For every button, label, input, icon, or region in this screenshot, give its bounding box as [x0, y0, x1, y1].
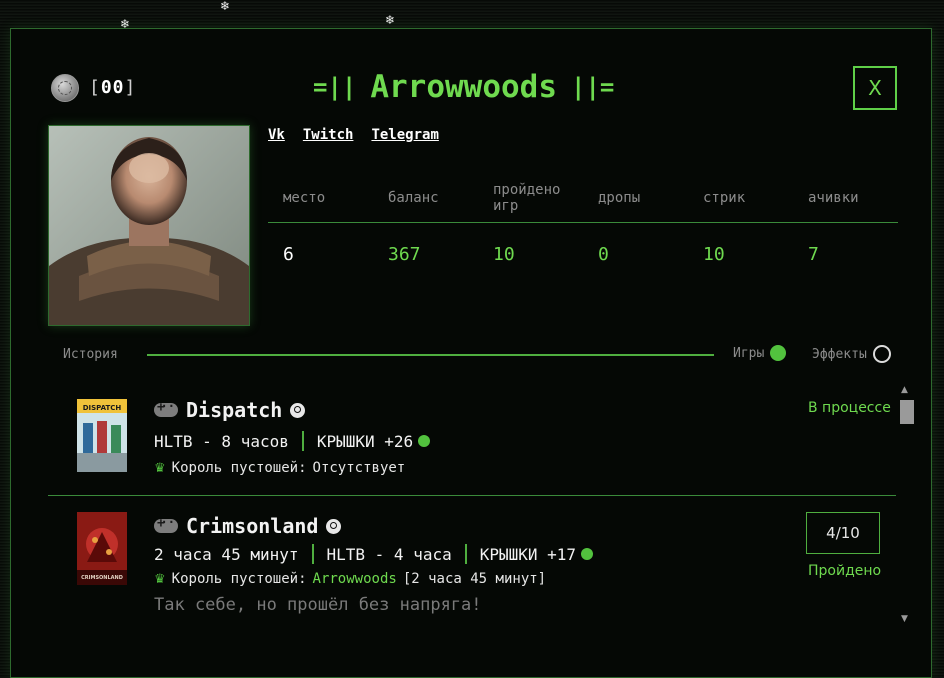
stat-value-drops: 0 [598, 244, 609, 265]
player-name: Arrowwoods [370, 69, 557, 105]
page-title: =|| Arrowwoods ||= [313, 67, 614, 107]
tab-effects-label: Эффекты [812, 346, 867, 362]
gamepad-icon [154, 515, 178, 533]
game-status: В процессе [808, 400, 891, 416]
radio-selected-icon [770, 345, 787, 361]
radio-empty-icon [872, 345, 891, 363]
stat-header-place: место [283, 190, 326, 206]
game-title: Crimsonland [154, 514, 342, 538]
hltb-time: HLTB - 4 часа [326, 544, 452, 564]
history-label: История [63, 347, 118, 362]
stat-header-achievements: ачивки [808, 190, 859, 206]
stat-value-streak: 10 [703, 244, 725, 265]
stats-value-row: 6 367 10 0 10 7 [268, 244, 898, 265]
king-value[interactable]: Arrowwoods [313, 571, 397, 587]
avatar-image [49, 126, 249, 325]
coin-count-value: 00 [100, 77, 125, 98]
stat-header-balance: баланс [388, 190, 439, 206]
steam-icon[interactable] [326, 518, 342, 534]
coin-icon [51, 74, 79, 102]
coin-count: [00] [89, 77, 137, 98]
svg-text:CRIMSONLAND: CRIMSONLAND [81, 575, 123, 581]
social-links: Vk Twitch Telegram [268, 127, 439, 143]
game-cover-dispatch: DISPATCH [77, 399, 127, 472]
crown-icon: ♛ [154, 571, 166, 587]
king-time: [2 часа 45 минут] [402, 571, 547, 587]
stats-header-row: место баланс пройдено игр дропы стрик ач… [268, 177, 898, 219]
game-status: Пройдено [808, 563, 882, 579]
stat-value-achievements: 7 [808, 244, 819, 265]
separator [311, 544, 314, 564]
caps-icon [581, 548, 594, 560]
king-value: Отсутствует [312, 460, 406, 476]
list-divider [48, 495, 896, 496]
play-time: 2 часа 45 минут [154, 544, 299, 564]
game-info-line: HLTB - 8 часов КРЫШКИ +26 [154, 431, 431, 451]
stat-value-balance: 367 [388, 244, 421, 265]
scrollbar[interactable]: ▲ ▼ [898, 385, 914, 625]
caps-icon [418, 435, 431, 447]
close-icon: X [868, 76, 882, 100]
title-deco-left-icon: =|| [313, 73, 357, 101]
gamepad-icon [154, 399, 178, 417]
game-info-line: 2 часа 45 минут HLTB - 4 часа КРЫШКИ +17 [154, 544, 594, 564]
crown-icon: ♛ [154, 460, 166, 476]
separator [301, 431, 304, 451]
svg-text:DISPATCH: DISPATCH [83, 404, 122, 412]
separator [464, 544, 467, 564]
game-title-text: Crimsonland [186, 514, 319, 538]
scroll-thumb[interactable] [900, 400, 914, 424]
hltb-time: HLTB - 8 часов [154, 431, 289, 451]
rating-badge: 4/10 [806, 512, 880, 554]
list-item: CRIMSONLAND Crimsonland 2 часа 45 минут … [48, 503, 898, 623]
snowflake-icon: ❄ [220, 0, 231, 13]
link-telegram[interactable]: Telegram [371, 127, 438, 143]
caps-reward: КРЫШКИ +17 [479, 544, 577, 564]
profile-modal: [00] =|| Arrowwoods ||= X Vk Twitch Tele… [10, 28, 932, 678]
stats-divider [268, 222, 898, 223]
game-cover-crimsonland: CRIMSONLAND [77, 512, 127, 585]
tab-games[interactable]: Игры [733, 345, 787, 361]
list-item: DISPATCH Dispatch HLTB - 8 часов КРЫШКИ … [48, 391, 898, 491]
caps-reward: КРЫШКИ +26 [316, 431, 414, 451]
snowflake-icon: ❄ [385, 13, 396, 27]
game-comment: Так себе, но прошёл без напряга! [154, 595, 482, 615]
tab-effects[interactable]: Эффекты [812, 345, 891, 363]
wasteland-king-line: ♛ Король пустошей: Отсутствует [154, 460, 405, 476]
stat-value-games-completed: 10 [493, 244, 515, 265]
wasteland-king-line: ♛ Король пустошей: Arrowwoods [2 часа 45… [154, 571, 546, 587]
stat-value-place: 6 [283, 244, 294, 265]
steam-icon[interactable] [290, 402, 306, 418]
tab-games-label: Игры [733, 345, 765, 361]
scroll-up-icon[interactable]: ▲ [901, 385, 908, 395]
avatar [48, 125, 250, 326]
close-button[interactable]: X [853, 66, 897, 110]
stat-header-streak: стрик [703, 190, 746, 206]
link-vk[interactable]: Vk [268, 127, 285, 143]
game-title: Dispatch [154, 398, 306, 422]
stat-header-games-completed: пройдено игр [493, 182, 561, 214]
king-label: Король пустошей: [171, 460, 307, 476]
history-divider [147, 354, 714, 356]
stat-header-drops: дропы [598, 190, 641, 206]
link-twitch[interactable]: Twitch [303, 127, 354, 143]
title-deco-right-icon: ||= [571, 73, 615, 101]
game-title-text: Dispatch [186, 398, 283, 422]
king-label: Король пустошей: [171, 571, 307, 587]
scroll-down-icon[interactable]: ▼ [901, 614, 908, 624]
